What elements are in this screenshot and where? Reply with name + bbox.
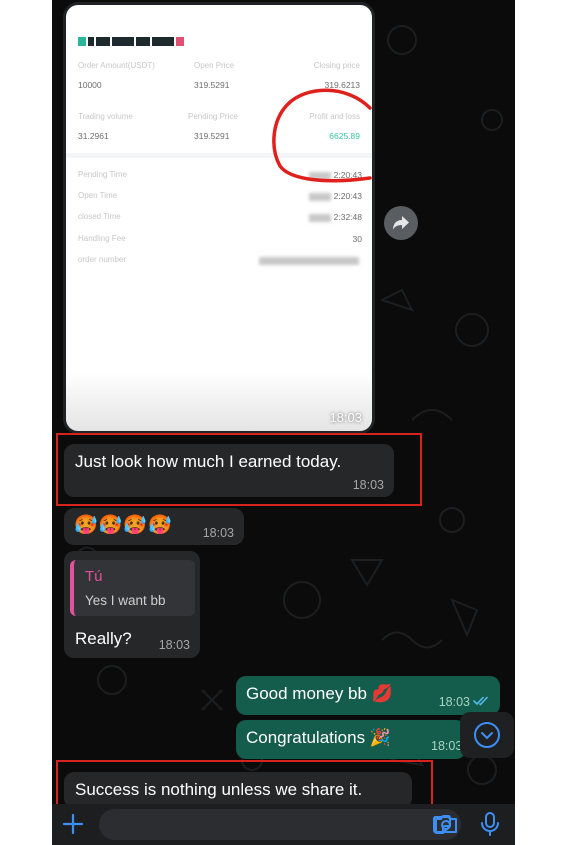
order-screenshot-message[interactable]: Order Amount(USDT) Open Price Closing pr…	[66, 5, 372, 431]
forward-button[interactable]	[384, 206, 418, 240]
image-message-time: 18:03	[329, 410, 362, 425]
message-time: 18:03	[202, 526, 234, 540]
message-good-money[interactable]: Good money bb 💋 18:03	[236, 676, 500, 715]
order-number-label: order number	[78, 255, 127, 264]
image-shadow	[66, 371, 372, 431]
message-time: 18:03	[431, 739, 463, 753]
message-time: 18:03	[158, 638, 190, 652]
red-circle-annotation	[272, 88, 372, 183]
scroll-down-button[interactable]	[460, 712, 514, 758]
reply-author: Tú	[85, 568, 103, 585]
order-amount-label: Order Amount(USDT)	[78, 61, 155, 70]
blurred-platform-logo	[78, 34, 184, 48]
read-receipt-icon	[473, 696, 488, 706]
highlight-box-earned	[56, 433, 422, 506]
reply-quote[interactable]: Tú Yes I want bb	[70, 560, 195, 616]
message-really[interactable]: Tú Yes I want bb Really? 18:03	[64, 551, 200, 658]
open-time-value: 2:20:43	[308, 191, 362, 201]
handling-fee-value: 30	[352, 234, 362, 244]
message-input[interactable]	[99, 809, 461, 840]
camera-icon[interactable]	[433, 813, 459, 835]
message-input-bar	[52, 804, 515, 845]
order-amount-value: 10000	[78, 80, 102, 90]
open-price-value: 319.5291	[194, 80, 230, 90]
reply-text: Yes I want bb	[85, 593, 166, 608]
message-text: 🥵🥵🥵🥵	[74, 515, 173, 536]
closed-time-value: 2:32:48	[308, 212, 362, 222]
open-price-label: Open Price	[194, 61, 235, 70]
message-emoji[interactable]: 🥵🥵🥵🥵 18:03	[64, 508, 244, 545]
pending-time-label: Pending Time	[78, 170, 127, 179]
message-text: Good money bb 💋	[246, 684, 393, 703]
order-number-value-blurred	[259, 255, 362, 265]
closing-price-label: Closing price	[313, 61, 360, 70]
message-text: Really?	[75, 629, 132, 648]
closed-time-label: closed Time	[78, 212, 121, 221]
trading-volume-value: 31.2961	[78, 131, 109, 141]
pending-price-label: Pending Price	[188, 112, 238, 121]
message-time: 18:03	[438, 695, 470, 709]
handling-fee-label: Handling Fee	[78, 234, 126, 243]
open-time-label: Open Time	[78, 191, 118, 200]
trading-volume-label: Trading volume	[78, 112, 133, 121]
chevron-down-icon	[474, 722, 500, 748]
microphone-icon[interactable]	[480, 811, 500, 837]
pending-price-value: 319.5291	[194, 131, 230, 141]
message-congratulations[interactable]: Congratulations 🎉 18:03	[236, 720, 466, 759]
plus-icon[interactable]	[62, 813, 84, 835]
forward-icon	[393, 216, 409, 230]
message-text: Congratulations 🎉	[246, 728, 391, 747]
